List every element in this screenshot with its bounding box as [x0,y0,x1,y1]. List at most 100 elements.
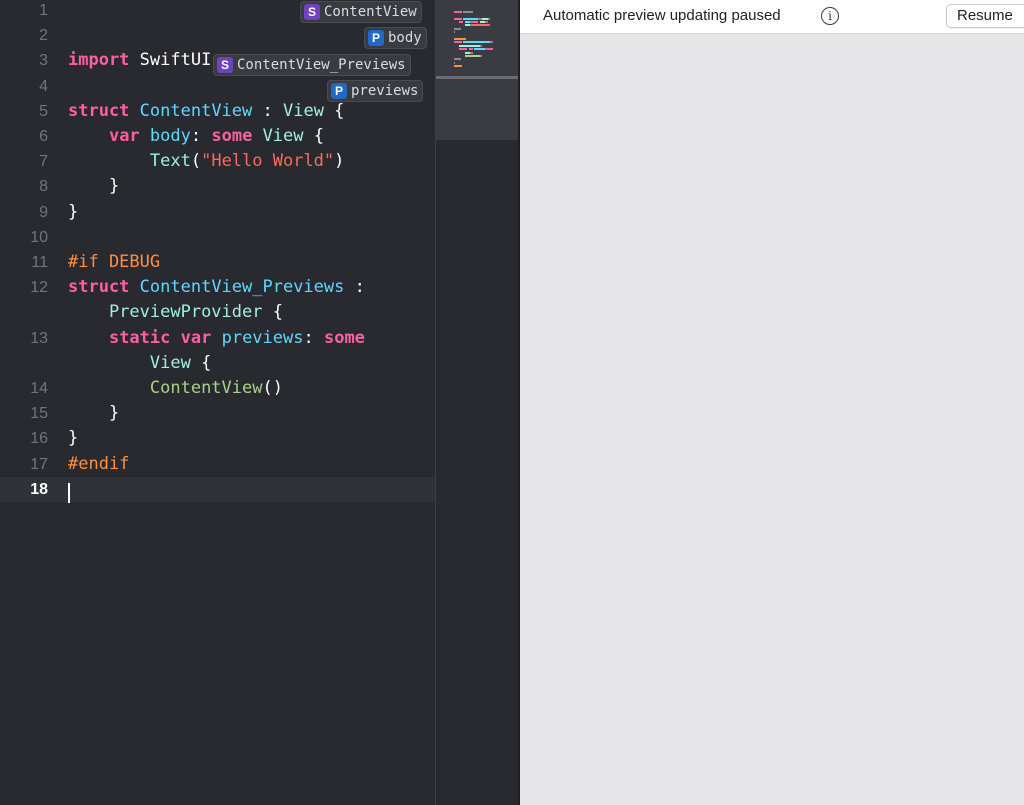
code-token: struct [68,100,130,121]
line-number: 17 [30,455,48,473]
code-line[interactable]: 7 Text("Hello World") [0,149,435,174]
line-number: 18 [30,480,48,498]
minimap-token [454,65,463,68]
code-token: ContentView [139,100,253,121]
minimap-token [470,51,473,54]
code-token: var [108,126,140,146]
property-icon: P [368,30,384,46]
minimap-token [468,48,473,51]
code-text: } [68,401,119,426]
code-text: var body: some View { [68,124,324,149]
line-number: 7 [39,153,48,171]
code-token: View [282,100,324,121]
minimap-token [463,10,473,13]
minimap-token [471,24,490,27]
property-icon: P [331,83,347,99]
line-number: 2 [39,27,48,45]
resume-button[interactable]: Resume [946,4,1024,28]
code-token: { [262,302,283,323]
preview-paused-message: Automatic preview updating paused [543,7,781,24]
minimap-token [463,17,479,20]
code-line[interactable]: 12 struct ContentView_Previews : [0,275,435,300]
code-line[interactable]: 5 struct ContentView : View { [0,99,435,124]
symbol-label: previews [351,83,419,99]
code-token: some [211,126,253,146]
code-text: PreviewProvider { [68,300,283,325]
line-number: 1 [39,2,48,19]
symbol-label: ContentView [324,4,417,20]
code-token: : [252,100,283,121]
code-text: #if DEBUG [68,250,160,275]
symbol-label: body [388,30,422,46]
code-token: #endif [68,453,130,474]
minimap-token [454,61,456,64]
line-number: 6 [39,128,48,145]
symbol-contentview[interactable]: S ContentView [300,1,422,23]
code-token: struct [68,277,130,298]
minimap-token [454,27,461,30]
preview-canvas[interactable]: Automatic preview updating paused i Resu… [520,0,1024,805]
code-token: PreviewProvider [108,302,263,323]
code-line[interactable]: 15 } [0,401,435,426]
code-token: { [190,352,212,373]
code-line[interactable]: 6 var body: some View { [0,124,435,149]
code-token: View [262,126,304,146]
code-token: import [68,50,130,71]
minimap-token [489,24,491,27]
code-line[interactable]: 14 ContentView() [0,376,435,401]
code-line[interactable]: 18 [0,476,435,502]
code-line[interactable]: 13 static var previews: some [0,326,435,351]
info-icon[interactable]: i [821,7,839,25]
code-line[interactable]: 8 } [0,174,435,199]
minimap-token [454,10,463,13]
minimap[interactable] [436,0,519,805]
code-text: Text("Hello World") [68,149,345,174]
minimap-token [454,38,467,40]
symbol-body[interactable]: P body [364,27,427,49]
code-token: ContentView [149,378,263,398]
symbol-previews[interactable]: P previews [327,80,424,102]
code-line[interactable]: 17 #endif [0,452,435,477]
minimap-token [459,48,468,51]
code-token: } [68,428,79,449]
minimap-token [454,17,463,20]
minimap-token [454,31,456,34]
code-token: } [68,403,120,424]
code-token: () [262,378,283,398]
code-text: View { [68,351,211,376]
minimap-current-line-marker [436,76,519,79]
code-text: struct ContentView : View { [68,99,344,124]
code-text: ContentView() [68,376,283,401]
symbol-contentview-previews[interactable]: S ContentView_Previews [213,54,411,76]
minimap-token [454,41,463,44]
code-line[interactable]: 11 #if DEBUG [0,250,435,275]
code-token: } [68,176,120,197]
code-token: var [180,327,212,348]
code-line[interactable]: View { [0,351,435,376]
code-token: static [108,327,171,348]
line-number: 13 [30,329,48,347]
minimap-token [490,41,494,44]
code-line[interactable]: PreviewProvider { [0,300,435,325]
minimap-token [463,41,491,44]
line-number: 11 [31,254,48,271]
code-line[interactable]: 9} [0,200,435,225]
minimap-token [454,58,461,61]
code-text: } [68,200,78,225]
code-line[interactable]: 16} [0,426,435,451]
code-editor[interactable]: 1 2 3 import SwiftUI 4 5 struct ContentView : … [0,0,435,805]
code-token: ) [334,151,345,172]
code-line[interactable]: 10 [0,225,435,250]
code-text: #endif [68,452,129,477]
minimap-token [479,55,483,57]
code-token: : [303,327,324,348]
minimap-token [459,44,480,47]
line-number: 8 [39,178,48,196]
preview-status-bar: Automatic preview updating paused i Resu… [520,0,1024,34]
